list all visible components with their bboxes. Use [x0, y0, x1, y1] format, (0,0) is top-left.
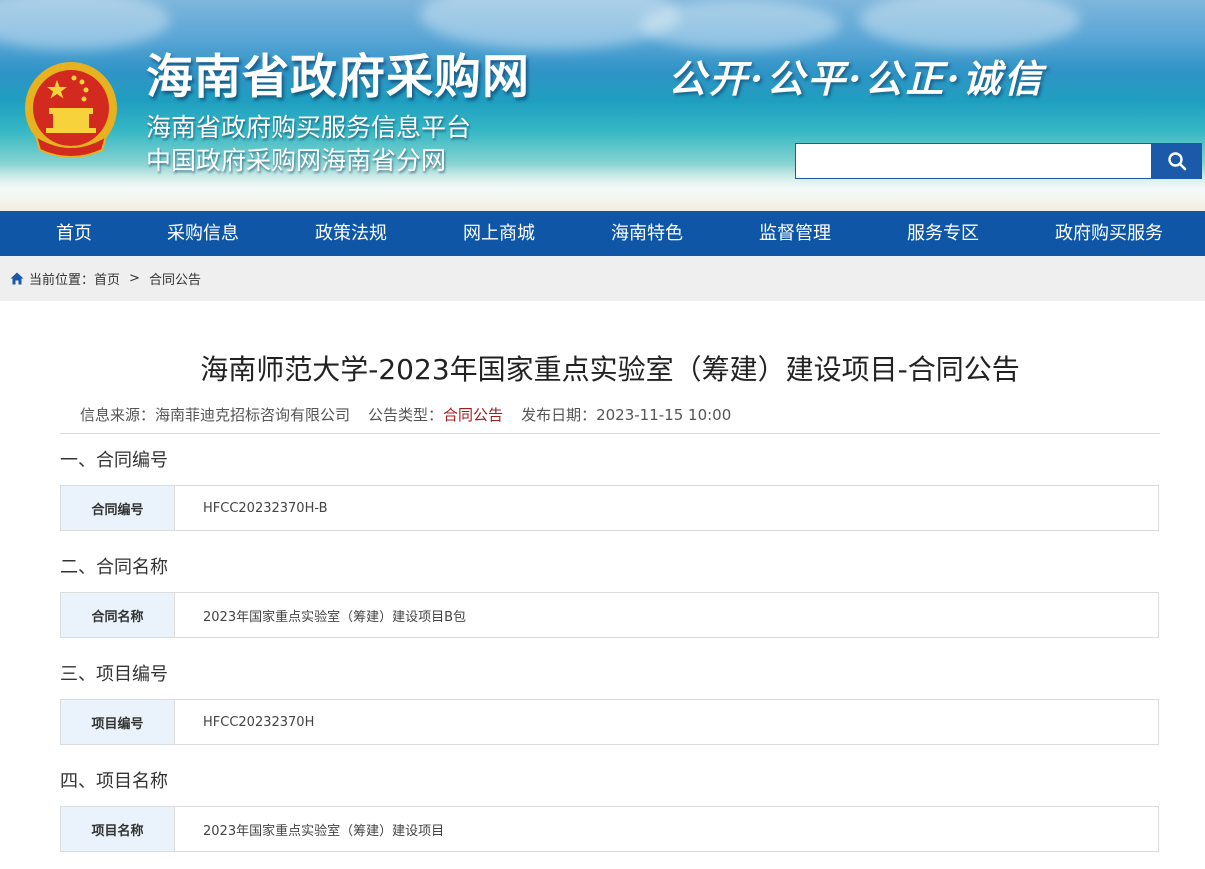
- subtitle-service-platform: 海南省政府购买服务信息平台: [146, 113, 472, 142]
- breadcrumb-current[interactable]: 合同公告: [149, 269, 201, 288]
- meta-type-label: 公告类型：: [368, 406, 444, 424]
- nav-item-gov-purchase-service[interactable]: 政府购买服务: [1055, 211, 1163, 256]
- breadcrumb-prefix: 当前位置：: [29, 273, 95, 288]
- nav-item-policy[interactable]: 政策法规: [315, 211, 387, 256]
- meta-date-label: 发布日期：: [521, 406, 597, 424]
- row-value: HFCC20232370H: [203, 714, 315, 730]
- search-button[interactable]: [1151, 143, 1202, 179]
- nav-item-hainan-features[interactable]: 海南特色: [611, 211, 683, 256]
- breadcrumb-separator: >: [129, 271, 140, 286]
- row-key: 项目编号: [61, 700, 175, 744]
- row-value: 2023年国家重点实验室（筹建）建设项目B包: [203, 609, 467, 625]
- breadcrumb-home-link[interactable]: 首页: [94, 269, 120, 288]
- national-emblem-icon: [25, 62, 117, 158]
- nav-item-service-zone[interactable]: 服务专区: [907, 211, 979, 256]
- search-icon: [1167, 152, 1186, 171]
- motto: 公开·公平·公正·诚信: [668, 56, 1045, 101]
- table-row: 合同名称 2023年国家重点实验室（筹建）建设项目B包: [60, 592, 1159, 638]
- meta-type-value: 合同公告: [443, 406, 504, 424]
- meta-source-value: 海南菲迪克招标咨询有限公司: [155, 406, 351, 424]
- nav-item-online-mall[interactable]: 网上商城: [463, 211, 535, 256]
- section-heading: 一、合同编号: [60, 450, 168, 471]
- table-row: 项目编号 HFCC20232370H: [60, 699, 1159, 745]
- meta-date-value: 2023-11-15 10:00: [596, 406, 732, 424]
- section-heading: 二、合同名称: [60, 557, 168, 578]
- row-key: 合同编号: [61, 486, 175, 530]
- nav-item-supervision[interactable]: 监督管理: [759, 211, 831, 256]
- article-title: 海南师范大学-2023年国家重点实验室（筹建）建设项目-合同公告: [200, 353, 1020, 386]
- nav-item-home[interactable]: 首页: [56, 211, 92, 256]
- title-divider: [60, 433, 1160, 434]
- site-title[interactable]: 海南省政府采购网: [146, 38, 530, 107]
- meta-source-label: 信息来源：: [80, 406, 156, 424]
- row-value: 2023年国家重点实验室（筹建）建设项目: [203, 823, 445, 839]
- section-heading: 四、项目名称: [60, 771, 168, 792]
- search-input[interactable]: [795, 143, 1152, 179]
- table-row: 项目名称 2023年国家重点实验室（筹建）建设项目: [60, 806, 1159, 852]
- home-icon: [10, 272, 24, 285]
- article-meta: 信息来源：海南菲迪克招标咨询有限公司 公告类型：合同公告 发布日期：2023-11-…: [80, 404, 731, 425]
- table-row: 合同编号 HFCC20232370H-B: [60, 485, 1159, 531]
- nav-item-procurement-info[interactable]: 采购信息: [167, 211, 239, 256]
- row-key: 合同名称: [61, 593, 175, 637]
- main-nav: 首页 采购信息 政策法规 网上商城 海南特色 监督管理 服务专区 政府购买服务: [0, 211, 1205, 256]
- breadcrumb: 当前位置： 首页 > 合同公告: [0, 256, 1205, 301]
- row-value: HFCC20232370H-B: [203, 500, 328, 516]
- section-heading: 三、项目编号: [60, 664, 168, 685]
- header-banner: 海南省政府采购网 海南省政府购买服务信息平台 中国政府采购网海南省分网 公开·公…: [0, 0, 1205, 211]
- subtitle-branch-site: 中国政府采购网海南省分网: [146, 146, 447, 175]
- row-key: 项目名称: [61, 807, 175, 851]
